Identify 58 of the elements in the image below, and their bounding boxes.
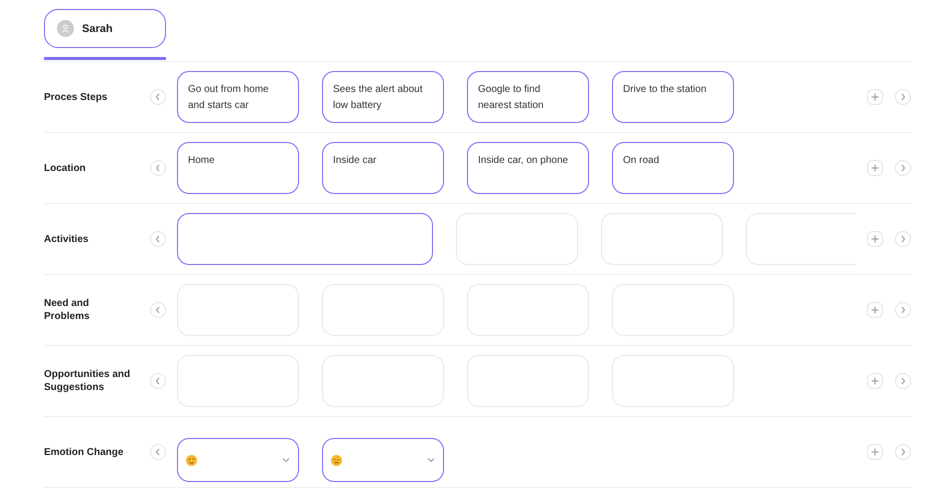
row-label: Opportunities and Suggestions: [44, 368, 132, 394]
note-card[interactable]: Sees the alert about low battery: [322, 71, 444, 123]
note-card[interactable]: Go out from home and starts car: [177, 71, 299, 123]
row-label: Location: [44, 162, 87, 174]
plus-icon: [871, 93, 879, 101]
plus-icon: [871, 448, 879, 456]
avatar-icon: [57, 20, 74, 37]
chevron-left-icon: [154, 306, 162, 314]
note-card[interactable]: Inside car, on phone: [467, 142, 589, 194]
chevron-right-icon: [899, 235, 907, 243]
note-card[interactable]: Inside car: [322, 142, 444, 194]
plus-icon: [871, 377, 879, 385]
add-button[interactable]: [867, 444, 883, 460]
plus-icon: [871, 235, 879, 243]
row-label: Proces Steps: [44, 90, 108, 104]
row-label: Need and Problems: [44, 297, 91, 323]
add-button[interactable]: [867, 160, 883, 176]
note-card[interactable]: On road: [612, 142, 734, 194]
chevron-left-icon: [154, 235, 162, 243]
note-card[interactable]: [177, 213, 433, 265]
previous-button[interactable]: [150, 302, 166, 318]
next-button[interactable]: [895, 444, 911, 460]
emotion-dropdown[interactable]: [177, 438, 299, 482]
add-button[interactable]: [867, 373, 883, 389]
chevron-right-icon: [899, 164, 907, 172]
previous-button[interactable]: [150, 444, 166, 460]
chevron-right-icon: [899, 306, 907, 314]
previous-button[interactable]: [150, 160, 166, 176]
chevron-left-icon: [154, 93, 162, 101]
note-card[interactable]: Drive to the station: [612, 71, 734, 123]
note-card[interactable]: Home: [177, 142, 299, 194]
row-label: Emotion Change: [44, 446, 124, 458]
next-button[interactable]: [895, 302, 911, 318]
row-label: Activities: [44, 232, 90, 246]
add-button[interactable]: [867, 231, 883, 247]
plus-icon: [871, 164, 879, 172]
next-button[interactable]: [895, 231, 911, 247]
add-button[interactable]: [867, 302, 883, 318]
next-button[interactable]: [895, 160, 911, 176]
previous-button[interactable]: [150, 89, 166, 105]
plus-icon: [871, 306, 879, 314]
next-button[interactable]: [895, 373, 911, 389]
sad-face-icon: [331, 454, 342, 466]
chevron-right-icon: [899, 377, 907, 385]
previous-button[interactable]: [150, 231, 166, 247]
add-button[interactable]: [867, 89, 883, 105]
chevron-right-icon: [899, 448, 907, 456]
chevron-down-icon: [282, 456, 290, 464]
chevron-left-icon: [154, 164, 162, 172]
chevron-down-icon: [427, 456, 435, 464]
smiley-face-icon: [186, 454, 197, 466]
chevron-left-icon: [154, 377, 162, 385]
chevron-right-icon: [899, 93, 907, 101]
previous-button[interactable]: [150, 373, 166, 389]
next-button[interactable]: [895, 89, 911, 105]
note-card[interactable]: Google to find nearest station: [467, 71, 589, 123]
chevron-left-icon: [154, 448, 162, 456]
emotion-dropdown[interactable]: [322, 438, 444, 482]
